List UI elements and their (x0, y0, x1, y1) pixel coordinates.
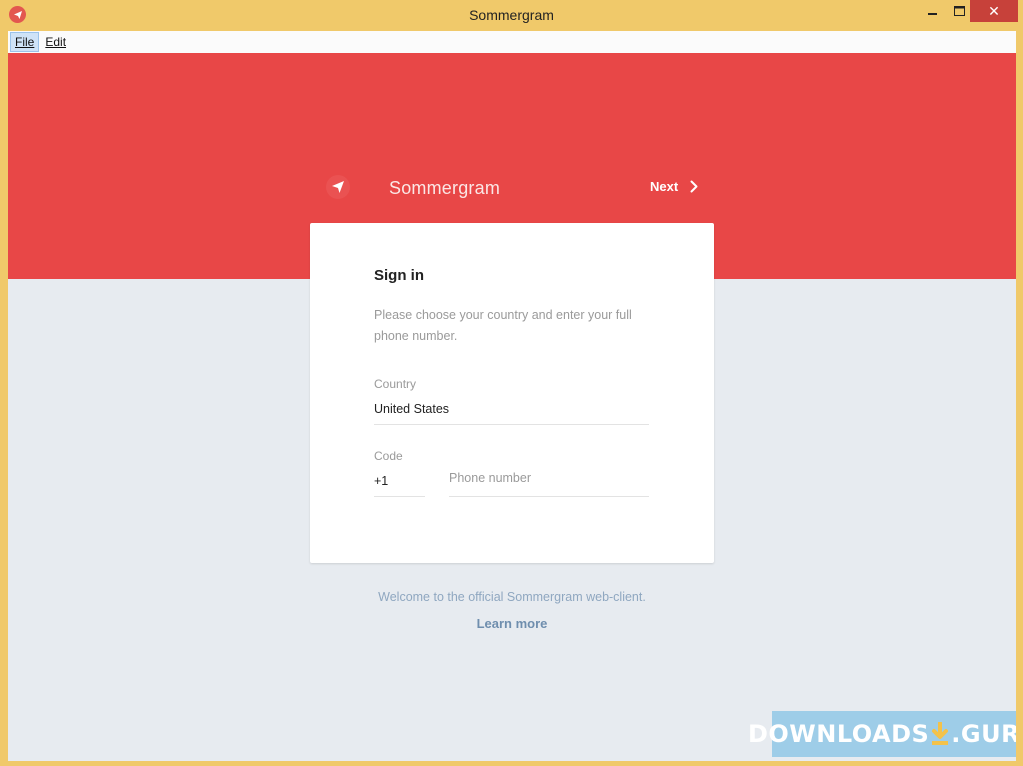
download-icon (931, 722, 949, 746)
phone-underline (449, 496, 649, 497)
phone-number-input[interactable] (449, 467, 649, 489)
maximize-button[interactable] (946, 0, 972, 22)
menu-edit[interactable]: Edit (41, 33, 70, 51)
signin-card: Sign in Please choose your country and e… (310, 223, 714, 563)
minimize-icon (928, 13, 937, 15)
next-button[interactable]: Next (650, 179, 698, 194)
window-titlebar[interactable]: Sommergram ✕ (0, 0, 1023, 31)
watermark-left-text: DOWNLOADS (747, 720, 930, 748)
code-underline (374, 496, 425, 497)
country-label: Country (374, 377, 417, 391)
signin-title: Sign in (374, 267, 424, 284)
country-underline (374, 424, 649, 425)
signin-description: Please choose your country and enter you… (374, 308, 632, 343)
next-label: Next (650, 179, 679, 194)
menu-bar: File Edit (8, 31, 1016, 54)
maximize-icon (953, 6, 965, 16)
country-select[interactable]: United States (374, 402, 649, 424)
app-client-area: Sommergram Next Sign in Please choose yo… (8, 53, 1016, 761)
minimize-button[interactable] (920, 0, 946, 22)
close-button[interactable]: ✕ (970, 0, 1018, 22)
brand-name: Sommergram (389, 178, 501, 198)
watermark-right-text: .GURU (951, 720, 1016, 748)
learn-more-link[interactable]: Learn more (8, 616, 1016, 631)
menu-file[interactable]: File (10, 32, 40, 52)
code-label: Code (374, 449, 403, 463)
close-icon: ✕ (988, 2, 1000, 19)
chevron-right-icon (690, 180, 698, 193)
watermark-logo: DOWNLOADS .GURU (748, 711, 1016, 757)
welcome-text: Welcome to the official Sommergram web-c… (378, 590, 646, 604)
window-title: Sommergram (469, 7, 554, 23)
code-input[interactable]: +1 (374, 474, 425, 496)
brand-logo-icon (326, 175, 350, 199)
